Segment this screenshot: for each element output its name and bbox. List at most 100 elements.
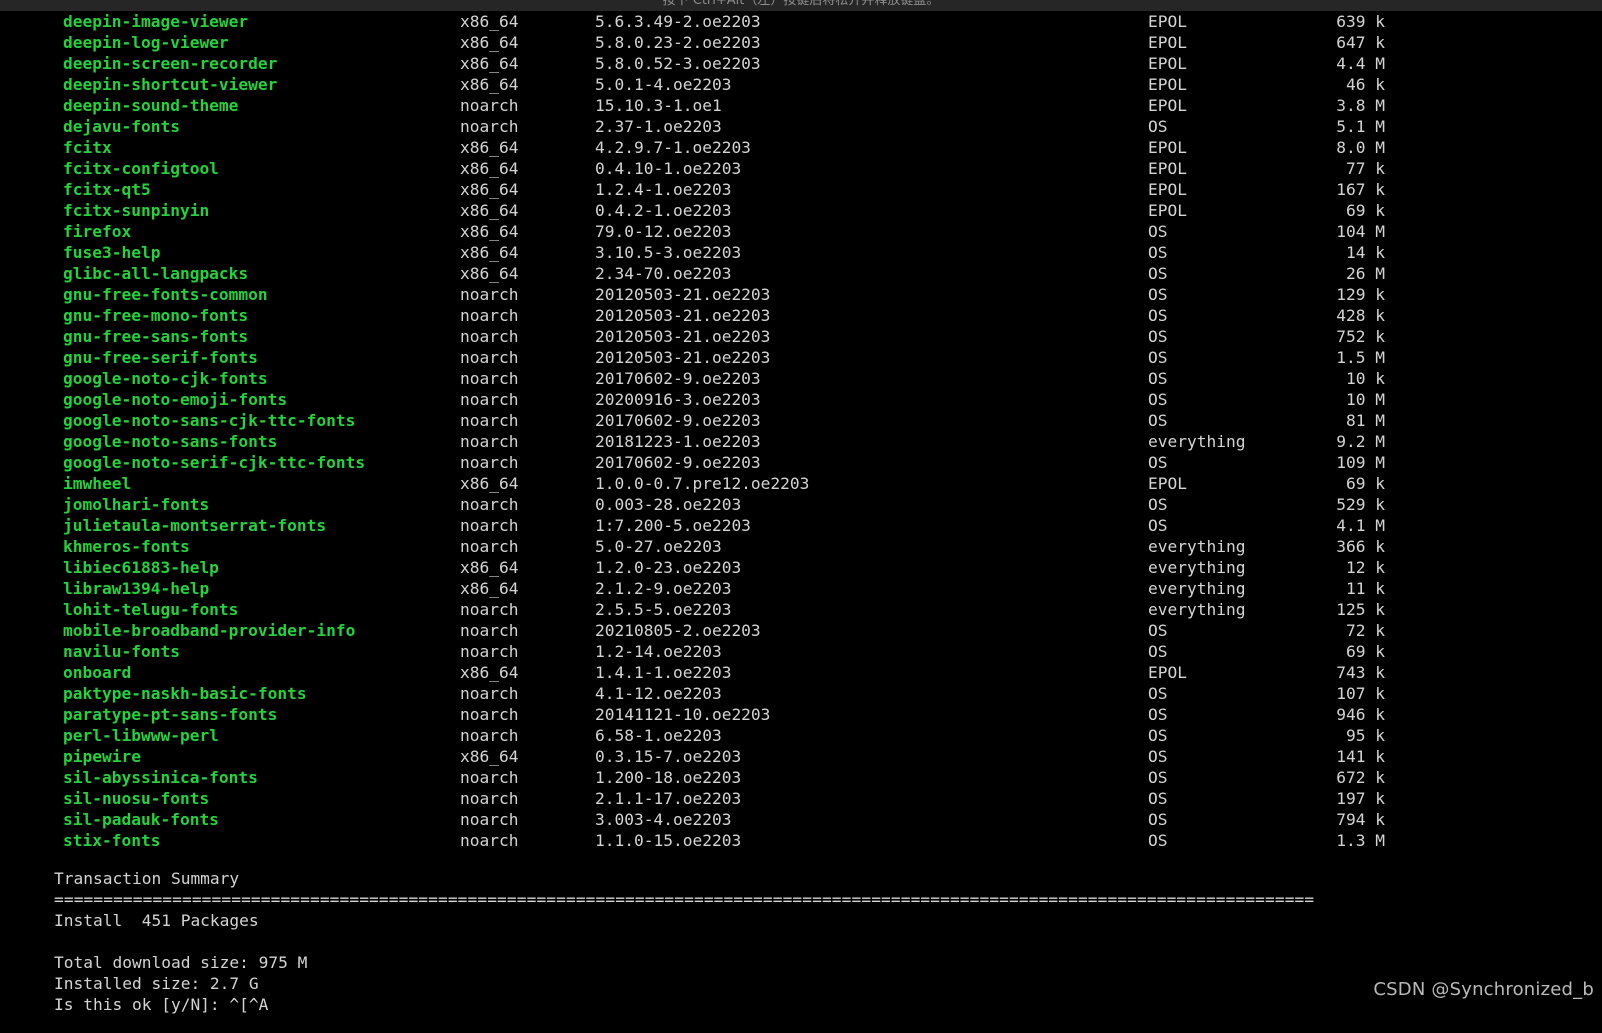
package-version: 4.1-12.oe2203 xyxy=(595,684,722,703)
package-version: 15.10.3-1.oe1 xyxy=(595,96,722,115)
table-row: sil-abyssinica-fonts noarch 1.200-18.oe220… xyxy=(0,767,1602,788)
package-architecture: noarch xyxy=(460,96,519,115)
package-architecture: noarch xyxy=(460,369,519,388)
transaction-summary-heading: Transaction Summary xyxy=(54,869,240,888)
package-architecture: x86_64 xyxy=(460,201,519,220)
package-repository: EPOL xyxy=(1148,159,1187,178)
package-version: 20210805-2.oe2203 xyxy=(595,621,761,640)
package-architecture: noarch xyxy=(460,411,519,430)
package-name: fcitx-sunpinyin xyxy=(63,201,210,220)
package-repository: OS xyxy=(1148,222,1168,241)
package-size: 167 k xyxy=(1336,180,1385,199)
package-name: perl-libwww-perl xyxy=(63,726,219,745)
package-size: 1.3 M xyxy=(1336,831,1385,850)
package-name: pipewire xyxy=(63,747,141,766)
package-architecture: noarch xyxy=(460,726,519,745)
package-repository: everything xyxy=(1148,432,1246,451)
installed-size-line: Installed size: 2.7 G xyxy=(54,974,259,993)
package-name: google-noto-emoji-fonts xyxy=(63,390,288,409)
confirm-prompt-line[interactable]: Is this ok [y/N]: ^[^A xyxy=(0,994,1602,1015)
package-size: 129 k xyxy=(1336,285,1385,304)
package-version: 3.003-4.oe2203 xyxy=(595,810,732,829)
package-version: 20141121-10.oe2203 xyxy=(595,705,771,724)
package-version: 20120503-21.oe2203 xyxy=(595,285,771,304)
package-name: libiec61883-help xyxy=(63,558,219,577)
table-row: fcitx-configtool x86_64 0.4.10-1.oe2203 EPO… xyxy=(0,158,1602,179)
package-name: gnu-free-sans-fonts xyxy=(63,327,249,346)
package-repository: OS xyxy=(1148,285,1168,304)
package-repository: OS xyxy=(1148,810,1168,829)
table-row: julietaula-montserrat-fonts noarch 1:7.200… xyxy=(0,515,1602,536)
table-row: libiec61883-help x86_64 1.2.0-23.oe2203 eve… xyxy=(0,557,1602,578)
package-name: khmeros-fonts xyxy=(63,537,190,556)
package-architecture: noarch xyxy=(460,348,519,367)
package-version: 5.0-27.oe2203 xyxy=(595,537,722,556)
package-size: 10 M xyxy=(1346,390,1385,409)
package-architecture: noarch xyxy=(460,285,519,304)
package-version: 0.003-28.oe2203 xyxy=(595,495,742,514)
package-architecture: x86_64 xyxy=(460,33,519,52)
package-architecture: noarch xyxy=(460,789,519,808)
package-repository: EPOL xyxy=(1148,75,1187,94)
csdn-watermark: CSDN @Synchronized_b xyxy=(1373,979,1594,1000)
package-size: 81 M xyxy=(1346,411,1385,430)
package-repository: OS xyxy=(1148,369,1168,388)
package-architecture: x86_64 xyxy=(460,12,519,31)
package-name: jomolhari-fonts xyxy=(63,495,210,514)
table-row: gnu-free-mono-fonts noarch 20120503-21.oe2… xyxy=(0,305,1602,326)
package-version: 5.8.0.52-3.oe2203 xyxy=(595,54,761,73)
package-repository: EPOL xyxy=(1148,12,1187,31)
package-name: sil-abyssinica-fonts xyxy=(63,768,258,787)
package-architecture: x86_64 xyxy=(460,75,519,94)
package-repository: everything xyxy=(1148,579,1246,598)
package-name: fcitx-qt5 xyxy=(63,180,151,199)
package-architecture: x86_64 xyxy=(460,474,519,493)
table-row: google-noto-sans-fonts noarch 20181223-1.o… xyxy=(0,431,1602,452)
package-version: 5.0.1-4.oe2203 xyxy=(595,75,732,94)
package-architecture: noarch xyxy=(460,306,519,325)
package-name: glibc-all-langpacks xyxy=(63,264,249,283)
transaction-summary-separator: ========================================… xyxy=(54,890,1315,909)
package-version: 6.58-1.oe2203 xyxy=(595,726,722,745)
package-version: 2.1.1-17.oe2203 xyxy=(595,789,742,808)
transaction-summary-block: Transaction Summary ====================… xyxy=(0,868,1602,1015)
table-row: libraw1394-help x86_64 2.1.2-9.oe2203 every… xyxy=(0,578,1602,599)
package-architecture: x86_64 xyxy=(460,264,519,283)
package-version: 0.4.2-1.oe2203 xyxy=(595,201,732,220)
terminal-output[interactable]: deepin-image-viewer x86_64 5.6.3.49-2.oe22… xyxy=(0,11,1602,1033)
package-name: dejavu-fonts xyxy=(63,117,180,136)
package-repository: OS xyxy=(1148,516,1168,535)
package-name: sil-padauk-fonts xyxy=(63,810,219,829)
package-repository: EPOL xyxy=(1148,138,1187,157)
package-size: 647 k xyxy=(1336,33,1385,52)
package-architecture: noarch xyxy=(460,516,519,535)
package-version: 1.2.0-23.oe2203 xyxy=(595,558,742,577)
package-architecture: x86_64 xyxy=(460,243,519,262)
table-row: firefox x86_64 79.0-12.oe2203 OS 104 M xyxy=(0,221,1602,242)
package-repository: OS xyxy=(1148,831,1168,850)
table-row: google-noto-serif-cjk-ttc-fonts noarch 201… xyxy=(0,452,1602,473)
package-size: 639 k xyxy=(1336,12,1385,31)
package-architecture: x86_64 xyxy=(460,558,519,577)
package-version: 1.200-18.oe2203 xyxy=(595,768,742,787)
package-repository: OS xyxy=(1148,348,1168,367)
package-version: 20120503-21.oe2203 xyxy=(595,348,771,367)
package-name: deepin-shortcut-viewer xyxy=(63,75,278,94)
vm-keyboard-release-hint-bar: 按下 Ctrl+Alt（左）按键后将松开并释放键盘。 xyxy=(0,0,1602,11)
table-row: gnu-free-serif-fonts noarch 20120503-21.oe… xyxy=(0,347,1602,368)
package-size: 946 k xyxy=(1336,705,1385,724)
package-name: onboard xyxy=(63,663,132,682)
package-architecture: noarch xyxy=(460,684,519,703)
table-row: gnu-free-sans-fonts noarch 20120503-21.oe2… xyxy=(0,326,1602,347)
package-name: mobile-broadband-provider-info xyxy=(63,621,356,640)
table-row: dejavu-fonts noarch 2.37-1.oe2203 OS 5.1 M xyxy=(0,116,1602,137)
package-version: 2.1.2-9.oe2203 xyxy=(595,579,732,598)
table-row: sil-nuosu-fonts noarch 2.1.1-17.oe2203 OS 19… xyxy=(0,788,1602,809)
package-name: firefox xyxy=(63,222,132,241)
package-size: 366 k xyxy=(1336,537,1385,556)
package-version: 1:7.200-5.oe2203 xyxy=(595,516,751,535)
package-size: 141 k xyxy=(1336,747,1385,766)
package-version: 20170602-9.oe2203 xyxy=(595,369,761,388)
table-row: sil-padauk-fonts noarch 3.003-4.oe2203 OS 79… xyxy=(0,809,1602,830)
table-row: fuse3-help x86_64 3.10.5-3.oe2203 OS 14 k xyxy=(0,242,1602,263)
